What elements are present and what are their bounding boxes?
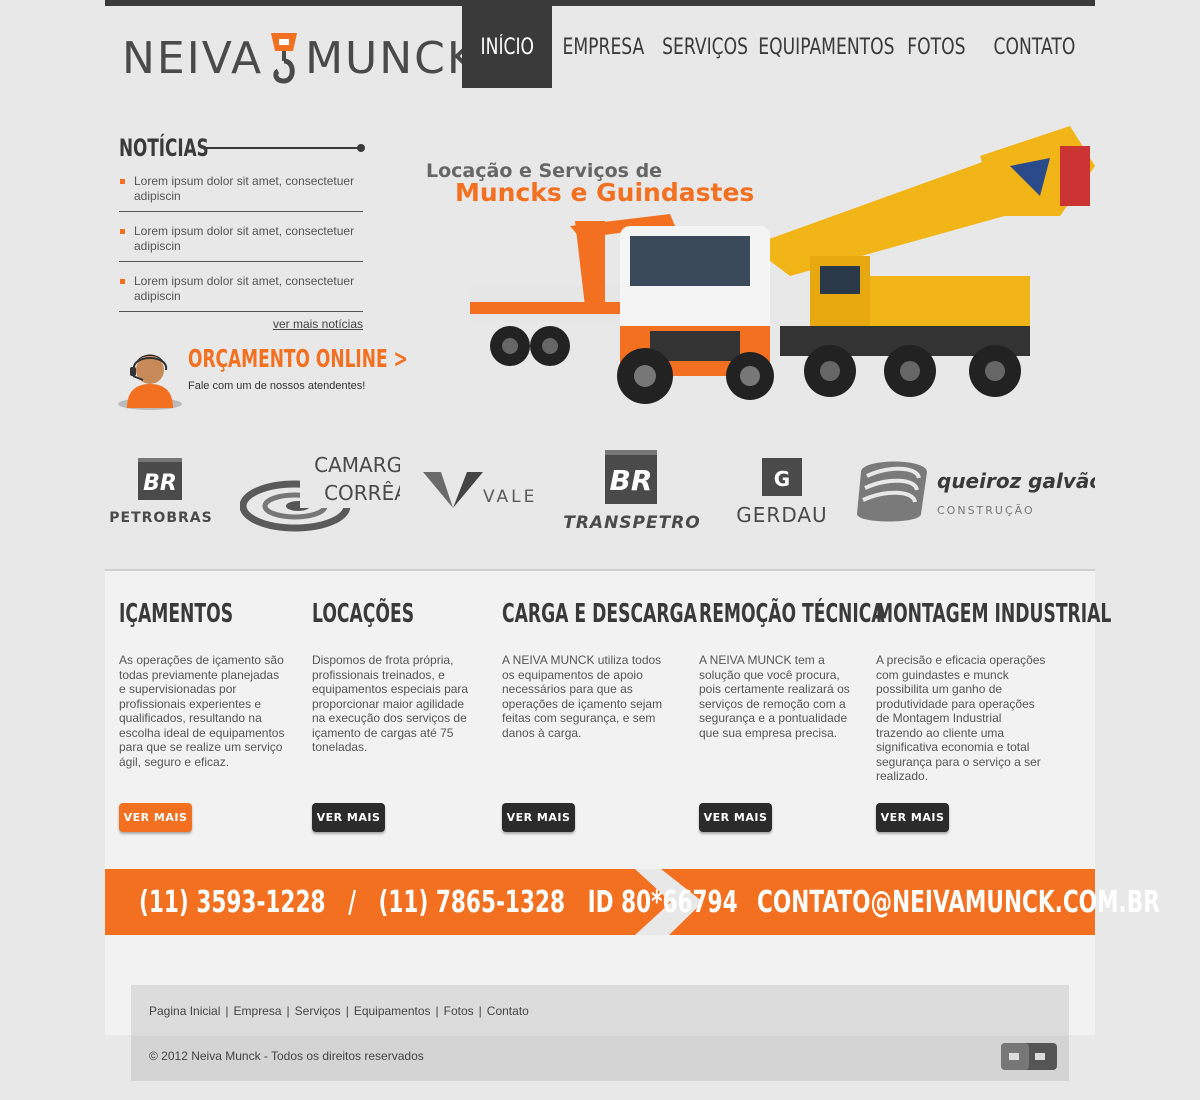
service-description: As operações de içamento são todas previ… — [119, 653, 285, 769]
camargo-label: CAMARGO — [314, 453, 400, 477]
attendant-avatar-icon — [118, 354, 182, 410]
nav-link-empresa[interactable]: EMPRESA — [562, 6, 644, 88]
queiroz-galvao-logo[interactable]: queiroz galvão CONSTRUÇÃO — [857, 458, 1095, 524]
service-title: IÇAMENTOS — [119, 599, 234, 629]
footer-separator: | — [435, 1004, 439, 1018]
copyright-text: © 2012 Neiva Munck - Todos os direitos r… — [149, 1049, 424, 1063]
site-logo[interactable]: NEIVA MUNCK — [122, 28, 478, 88]
nav-link-inicio[interactable]: INÍCIO — [480, 6, 534, 88]
queiroz-label: queiroz galvão — [937, 469, 1095, 493]
news-item-text: Lorem ipsum dolor sit amet, consectetuer… — [134, 224, 355, 253]
footer-links: Pagina Inicial | Empresa | Serviços | Equip… — [149, 1004, 529, 1018]
more-news-link[interactable]: ver mais notícias — [119, 317, 363, 331]
transpetro-logo[interactable]: BR TRANSPETRO — [557, 448, 707, 534]
contact-phones[interactable]: (11) 3593-1228 / (11) 7865-1328 ID 80*66… — [139, 869, 738, 935]
footer-link-contato[interactable]: Contato — [487, 1004, 529, 1018]
service-description: A precisão e eficacia operações com guin… — [876, 653, 1046, 783]
news-title-divider — [205, 144, 365, 152]
transpetro-label: TRANSPETRO — [563, 513, 701, 533]
petrobras-logo[interactable]: BR PETROBRAS — [105, 456, 217, 526]
petrobras-mark: BR — [143, 471, 177, 496]
logo-text-right: MUNCK — [305, 32, 478, 84]
footer: Pagina Inicial | Empresa | Serviços | Equip… — [131, 985, 1069, 1081]
ver-mais-button[interactable]: VER MAIS — [312, 803, 385, 832]
developer-logo-icon[interactable] — [1001, 1043, 1057, 1070]
gerdau-logo[interactable]: G GERDAU — [730, 456, 834, 526]
news-title: NOTÍCIAS — [119, 134, 209, 162]
footer-link-fotos[interactable]: Fotos — [444, 1004, 474, 1018]
petrobras-label: PETROBRAS — [109, 510, 212, 526]
camargo-correa-logo[interactable]: CAMARGO CORRÊA — [240, 448, 400, 534]
online-quote-banner[interactable]: ORÇAMENTO ONLINE > Fale com um de nossos… — [117, 336, 408, 410]
service-description: A NEIVA MUNCK utiliza todos os equipamen… — [502, 653, 663, 740]
nav-item-empresa[interactable]: EMPRESA — [552, 6, 654, 88]
quote-subtitle: Fale com um de nossos atendentes! — [188, 380, 366, 392]
quote-title: ORÇAMENTO ONLINE > — [188, 344, 408, 373]
service-title: LOCAÇÕES — [312, 599, 415, 629]
footer-separator: | — [478, 1004, 482, 1018]
nav-item-servicos[interactable]: SERVIÇOS — [654, 6, 756, 88]
ver-mais-button[interactable]: VER MAIS — [699, 803, 772, 832]
nav-item-fotos[interactable]: FOTOS — [896, 6, 976, 88]
bullet-icon — [120, 179, 125, 184]
ver-mais-button[interactable]: VER MAIS — [502, 803, 575, 832]
nav-link-servicos[interactable]: SERVIÇOS — [662, 6, 748, 88]
ver-mais-button[interactable]: VER MAIS — [119, 803, 192, 832]
gerdau-mark: G — [774, 467, 790, 491]
service-description: A NEIVA MUNCK tem a solução que você pro… — [699, 653, 850, 740]
logo-text-left: NEIVA — [122, 32, 264, 84]
contact-band: (11) 3593-1228 / (11) 7865-1328 ID 80*66… — [105, 869, 1160, 935]
footer-link-servicos[interactable]: Serviços — [295, 1004, 341, 1018]
footer-separator: | — [286, 1004, 290, 1018]
gerdau-label: GERDAU — [736, 503, 827, 526]
footer-link-equipamentos[interactable]: Equipamentos — [354, 1004, 431, 1018]
news-item[interactable]: Lorem ipsum dolor sit amet, consectetuer… — [119, 220, 363, 262]
construcao-label: CONSTRUÇÃO — [937, 504, 1035, 517]
nav-item-equipamentos[interactable]: EQUIPAMENTOS — [756, 6, 896, 88]
service-description: Dispomos de frota própria, profissionais… — [312, 653, 469, 754]
vale-logo[interactable]: VALE — [423, 468, 539, 514]
footer-link-inicio[interactable]: Pagina Inicial — [149, 1004, 220, 1018]
news-section: NOTÍCIAS Lorem ipsum dolor sit amet, con… — [119, 132, 365, 331]
ver-mais-button[interactable]: VER MAIS — [876, 803, 949, 832]
service-icamentos: IÇAMENTOS As operações de içamento são t… — [119, 599, 287, 832]
footer-link-empresa[interactable]: Empresa — [234, 1004, 282, 1018]
munck-truck-icon — [470, 214, 774, 404]
news-item[interactable]: Lorem ipsum dolor sit amet, consectetuer… — [119, 170, 363, 212]
news-item[interactable]: Lorem ipsum dolor sit amet, consectetuer… — [119, 270, 363, 312]
nav-item-contato[interactable]: CONTATO — [976, 6, 1092, 88]
service-title: REMOÇÃO TÉCNICA — [699, 599, 885, 629]
partner-logos: BR PETROBRAS CAMARGO CORRÊA VALE BR TRAN… — [105, 440, 1095, 540]
crane-hook-icon — [271, 33, 298, 84]
correa-label: CORRÊA — [324, 481, 400, 505]
contact-email[interactable]: CONTATO@NEIVAMUNCK.COM.BR — [757, 869, 1160, 935]
crane-truck-icon — [750, 126, 1095, 397]
nav-item-inicio[interactable]: INÍCIO — [462, 6, 552, 88]
nav-link-fotos[interactable]: FOTOS — [907, 6, 965, 88]
bullet-icon — [120, 279, 125, 284]
transpetro-mark: BR — [610, 464, 653, 497]
bullet-icon — [120, 229, 125, 234]
nav-link-equipamentos[interactable]: EQUIPAMENTOS — [758, 6, 894, 88]
footer-separator: | — [345, 1004, 349, 1018]
service-carga-descarga: CARGA E DESCARGA A NEIVA MUNCK utiliza t… — [502, 599, 697, 832]
hero-subheadline: Muncks e Guindastes — [455, 178, 755, 207]
news-list: Lorem ipsum dolor sit amet, consectetuer… — [119, 170, 363, 312]
service-title: CARGA E DESCARGA — [502, 599, 697, 629]
footer-copyright-bar: © 2012 Neiva Munck - Todos os direitos r… — [131, 1036, 1069, 1081]
service-montagem-industrial: MONTAGEM INDUSTRIAL A precisão e eficaci… — [876, 599, 1112, 832]
footer-separator: | — [225, 1004, 229, 1018]
service-locacoes: LOCAÇÕES Dispomos de frota própria, prof… — [312, 599, 476, 832]
service-remocao-tecnica: REMOÇÃO TÉCNICA A NEIVA MUNCK tem a solu… — [699, 599, 885, 832]
news-header: NOTÍCIAS — [119, 132, 365, 164]
main-nav: INÍCIO EMPRESA SERVIÇOS EQUIPAMENTOS FOT… — [462, 6, 1092, 88]
nav-link-contato[interactable]: CONTATO — [993, 6, 1075, 88]
vale-label: VALE — [483, 487, 537, 507]
news-item-text: Lorem ipsum dolor sit amet, consectetuer… — [134, 174, 355, 203]
news-item-text: Lorem ipsum dolor sit amet, consectetuer… — [134, 274, 355, 303]
service-title: MONTAGEM INDUSTRIAL — [876, 599, 1112, 629]
services-section: IÇAMENTOS As operações de içamento são t… — [105, 569, 1112, 869]
hero-banner: Locação e Serviços de Muncks e Guindaste… — [420, 126, 1100, 416]
